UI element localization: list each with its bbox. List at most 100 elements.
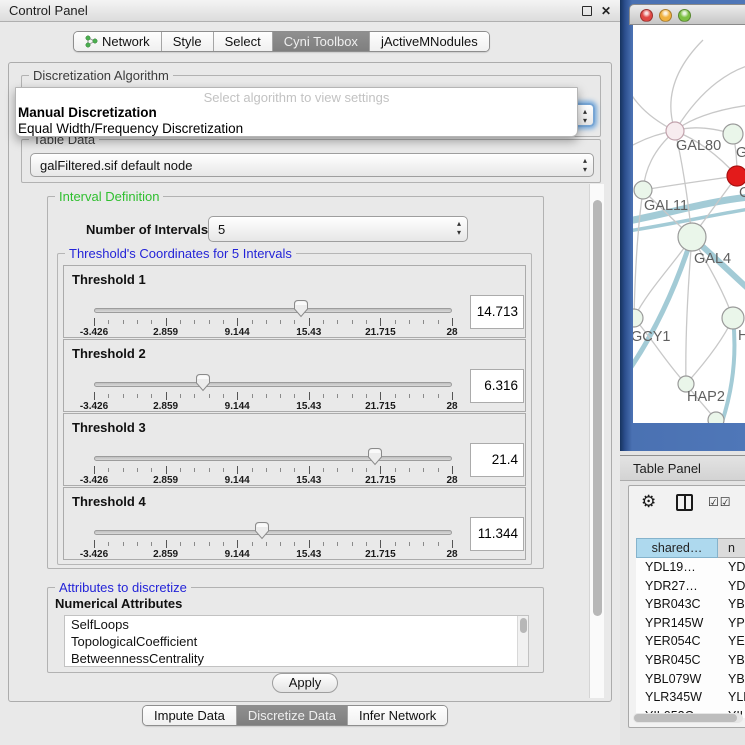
tab-jactivemnodules[interactable]: jActiveMNodules — [369, 32, 489, 51]
threshold-3-slider-track[interactable] — [94, 456, 452, 461]
node-right-h[interactable] — [722, 307, 744, 329]
tab-infer-network[interactable]: Infer Network — [347, 706, 447, 725]
threshold-4-slider-track[interactable] — [94, 530, 452, 535]
tick-label: 21.715 — [365, 401, 396, 412]
panel-title: Control Panel — [9, 3, 88, 18]
tab-style[interactable]: Style — [161, 32, 213, 51]
tick-label: -3.426 — [80, 327, 108, 338]
table-panel-section: Table Panel ⚙ ☑☑ shared… n YDL19…YDL1 YD… — [620, 451, 745, 745]
node-label-partial-g: GA — [736, 145, 745, 161]
table-row[interactable]: YPR145WYPR1 — [636, 614, 745, 633]
list-item-topologicalcoefficient[interactable]: TopologicalCoefficient — [65, 633, 528, 650]
tick-label: 2.859 — [153, 549, 178, 560]
table-row[interactable]: YBR043CYBR0 — [636, 595, 745, 614]
table-data-combobox[interactable]: galFiltered.sif default node ▴▾ — [30, 153, 594, 177]
tick-label: 9.144 — [225, 401, 250, 412]
tab-select[interactable]: Select — [213, 32, 272, 51]
close-traffic-light-icon[interactable] — [640, 9, 653, 22]
threshold-1-panel: Threshold 1 -3.4262.8599.14415.4321.7152… — [63, 265, 526, 338]
attributes-group-title: Attributes to discretize — [55, 580, 191, 595]
zoom-traffic-light-icon[interactable] — [678, 9, 691, 22]
threshold-1-value-field[interactable]: 14.713 — [470, 295, 524, 329]
tick-label: -3.426 — [80, 401, 108, 412]
tab-cyni-toolbox[interactable]: Cyni Toolbox — [272, 32, 369, 51]
node-partial-right[interactable] — [723, 124, 743, 144]
control-panel: Control Panel ✕ Network Style Select Cyn… — [0, 0, 620, 745]
numerical-attributes-list: SelfLoops TopologicalCoefficient Between… — [64, 615, 529, 667]
table-horizontal-scrollbar[interactable] — [633, 713, 743, 723]
threshold-4-slider-thumb[interactable] — [254, 521, 270, 540]
tick-label: 15.43 — [296, 401, 321, 412]
threshold-2-panel: Threshold 2 -3.4262.8599.14415.4321.7152… — [63, 339, 526, 412]
node-gal11[interactable] — [634, 181, 652, 199]
attributes-group: Attributes to discretize Numerical Attri… — [47, 587, 544, 673]
checkboxes-icon[interactable]: ☑☑ — [708, 495, 732, 509]
right-side-area: GAL80 GA C GAL11 GAL4 GCY1 H HAP2 Table … — [620, 0, 745, 745]
threshold-1-slider-thumb[interactable] — [293, 299, 309, 318]
interval-definition-title: Interval Definition — [55, 189, 163, 204]
split-columns-icon[interactable] — [676, 494, 693, 511]
table-row[interactable]: YLR345WYLR3 — [636, 688, 745, 707]
threshold-1-tick-labels: -3.4262.8599.14415.4321.71528 — [94, 327, 452, 338]
popup-item-manual-discretization[interactable]: Manual Discretization — [16, 105, 577, 121]
threshold-1-slider-track[interactable] — [94, 308, 452, 313]
table-data-group: Table Data galFiltered.sif default node … — [21, 139, 601, 183]
node-bottom-partial[interactable] — [708, 412, 724, 423]
bottom-tab-bar: Impute Data Discretize Data Infer Networ… — [142, 705, 448, 726]
settings-scrollbar[interactable] — [589, 184, 604, 698]
apply-button[interactable]: Apply — [272, 673, 338, 693]
threshold-2-slider-thumb[interactable] — [195, 373, 211, 392]
tab-discretize-data[interactable]: Discretize Data — [236, 706, 347, 725]
threshold-3-slider-thumb[interactable] — [367, 447, 383, 466]
attributes-list-scrollbar[interactable] — [517, 616, 528, 666]
threshold-3-tick-labels: -3.4262.8599.14415.4321.71528 — [94, 475, 452, 486]
popup-item-equal-width-frequency[interactable]: Equal Width/Frequency Discretization — [16, 121, 577, 137]
list-item-betweennesscentrality[interactable]: BetweennessCentrality — [65, 650, 528, 667]
threshold-2-slider-track[interactable] — [94, 382, 452, 387]
list-item-selfloops[interactable]: SelfLoops — [65, 616, 528, 633]
node-gal4[interactable] — [678, 223, 706, 251]
gear-icon[interactable]: ⚙ — [641, 492, 656, 512]
tab-network[interactable]: Network — [74, 32, 161, 51]
node-gcy1[interactable] — [633, 309, 643, 327]
threshold-2-ticks — [94, 392, 452, 401]
tick-label: 28 — [446, 327, 457, 338]
algorithm-dropdown-popup: Select algorithm to view settings Manual… — [15, 87, 578, 137]
threshold-2-value-field[interactable]: 6.316 — [470, 369, 524, 403]
network-canvas[interactable]: GAL80 GA C GAL11 GAL4 GCY1 H HAP2 — [633, 25, 745, 423]
tab-impute-data[interactable]: Impute Data — [143, 706, 236, 725]
network-window-titlebar[interactable] — [629, 4, 745, 25]
threshold-2-tick-labels: -3.4262.8599.14415.4321.71528 — [94, 401, 452, 412]
threshold-3-panel: Threshold 3 -3.4262.8599.14415.4321.7152… — [63, 413, 526, 486]
column-header-name[interactable]: n — [718, 538, 745, 558]
threshold-3-value-field[interactable]: 21.4 — [470, 443, 524, 477]
table-row[interactable]: YDL19…YDL1 — [636, 558, 745, 577]
tick-label: 15.43 — [296, 549, 321, 560]
table-row[interactable]: YBR045CYBR0 — [636, 651, 745, 670]
node-label-h: H — [738, 328, 745, 344]
combo-arrows-icon: ▴▾ — [583, 156, 587, 174]
tick-label: 9.144 — [225, 475, 250, 486]
minimize-traffic-light-icon[interactable] — [659, 9, 672, 22]
column-header-shared-name[interactable]: shared… — [636, 538, 718, 558]
threshold-4-ticks — [94, 540, 452, 549]
close-icon[interactable]: ✕ — [601, 4, 611, 18]
threshold-3-label: Threshold 3 — [72, 420, 146, 435]
number-of-intervals-combobox[interactable]: 5 ▴▾ — [208, 216, 468, 242]
threshold-4-value-field[interactable]: 11.344 — [470, 517, 524, 551]
table-row[interactable]: YBL079WYBL0 — [636, 670, 745, 689]
node-label-gal80: GAL80 — [676, 138, 721, 154]
tab-network-label: Network — [102, 34, 150, 49]
algorithm-group-title: Discretization Algorithm — [29, 68, 173, 83]
node-red-selected[interactable] — [727, 166, 745, 186]
table-data-value: galFiltered.sif default node — [40, 158, 192, 173]
float-window-icon[interactable] — [582, 6, 592, 16]
top-tab-bar: Network Style Select Cyni Toolbox jActiv… — [73, 31, 490, 52]
tick-label: 21.715 — [365, 327, 396, 338]
table-row[interactable]: YDR27…YDR2 — [636, 577, 745, 596]
threshold-3-ticks — [94, 466, 452, 475]
table-panel-title: Table Panel — [633, 461, 701, 476]
node-label-partial-c: C — [739, 185, 745, 201]
table-row[interactable]: YER054CYER0 — [636, 632, 745, 651]
network-view-frame: GAL80 GA C GAL11 GAL4 GCY1 H HAP2 — [620, 0, 745, 451]
